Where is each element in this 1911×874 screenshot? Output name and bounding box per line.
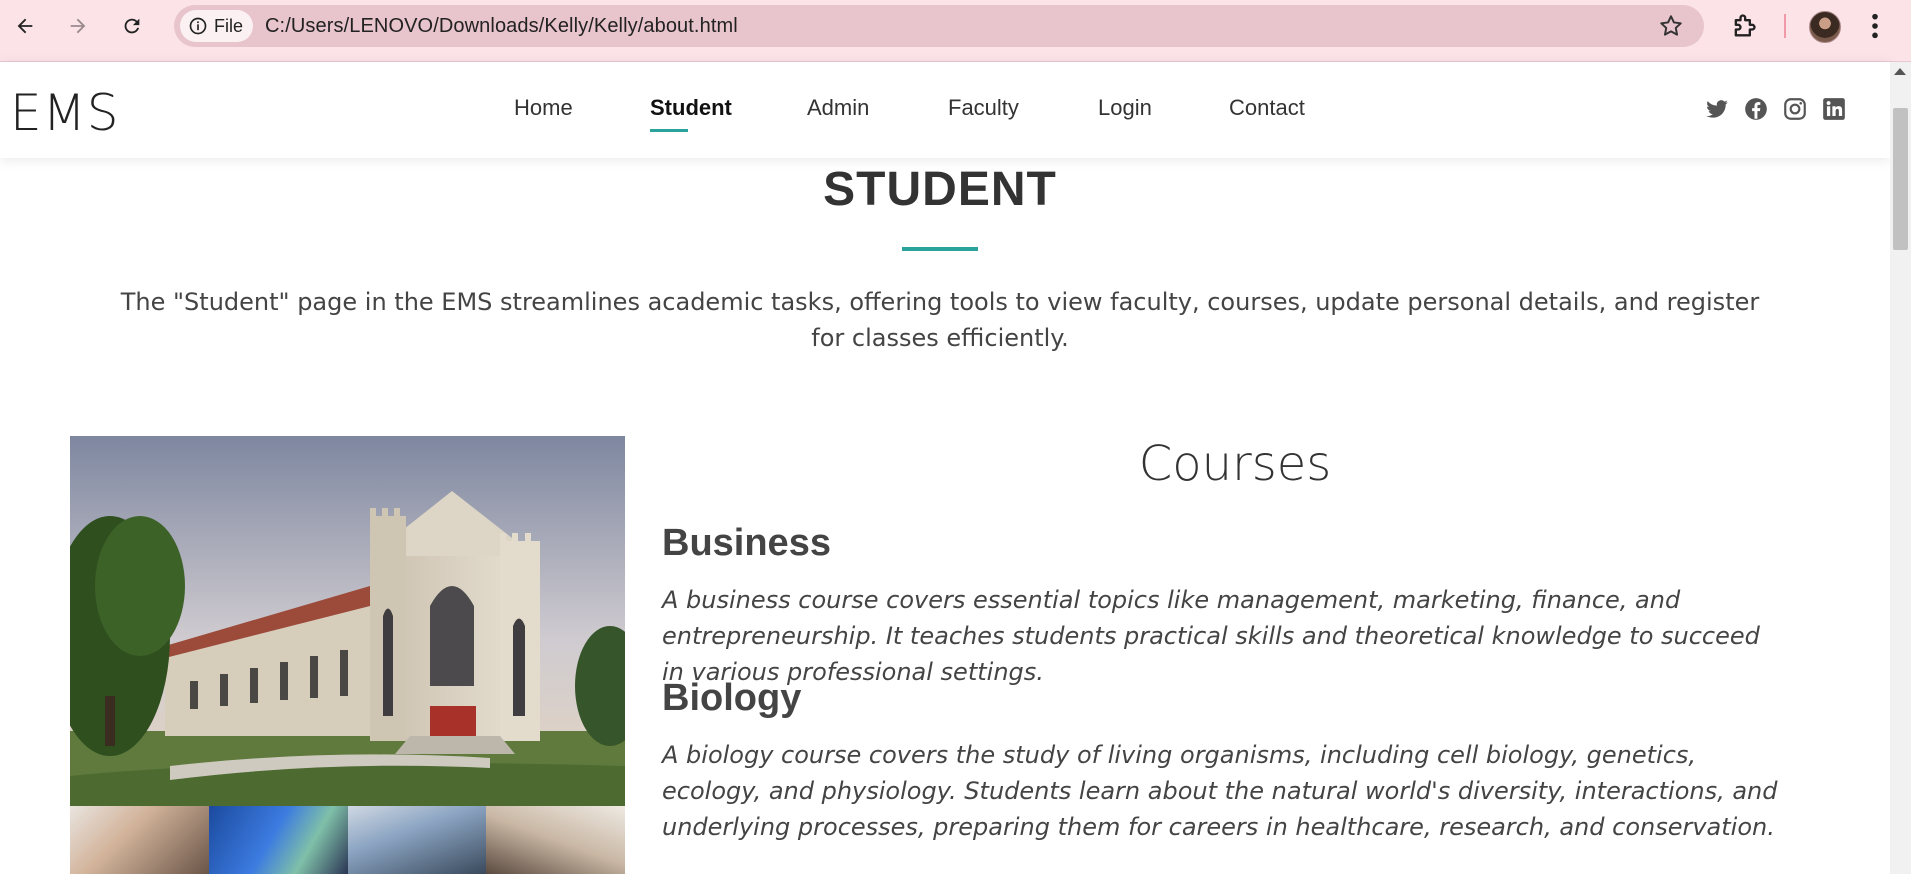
site-header: EMS Home Student Admin Faculty Login Con…	[0, 62, 1890, 158]
students-photo	[70, 806, 209, 874]
courses-heading: Courses	[1138, 436, 1332, 492]
address-bar[interactable]: File C:/Users/LENOVO/Downloads/Kelly/Kel…	[174, 5, 1704, 47]
twitter-icon[interactable]	[1704, 96, 1730, 122]
url-text[interactable]: C:/Users/LENOVO/Downloads/Kelly/Kelly/ab…	[265, 15, 738, 38]
group-photo	[486, 806, 625, 874]
scroll-up-arrow-icon[interactable]	[1894, 68, 1906, 75]
nav-faculty[interactable]: Faculty	[948, 95, 1019, 121]
course-title-biology: Biology	[662, 677, 802, 719]
linkedin-icon[interactable]	[1821, 96, 1847, 122]
course-title-business: Business	[662, 522, 831, 564]
classroom-screen-photo	[208, 806, 348, 874]
nav-admin[interactable]: Admin	[807, 95, 869, 121]
toolbar-divider	[1784, 14, 1786, 38]
campus-photo-strip	[70, 806, 625, 874]
profile-avatar[interactable]	[1809, 11, 1841, 43]
lab-photo	[347, 806, 487, 874]
star-icon[interactable]	[1658, 13, 1684, 39]
more-vert-icon[interactable]	[1868, 12, 1882, 40]
forward-arrow-icon[interactable]	[60, 8, 96, 44]
page-title: STUDENT	[823, 163, 1057, 216]
main-nav: Home Student Admin Faculty Login Contact	[0, 62, 1890, 158]
browser-toolbar: File C:/Users/LENOVO/Downloads/Kelly/Kel…	[0, 0, 1911, 62]
nav-student[interactable]: Student	[650, 95, 732, 121]
instagram-icon[interactable]	[1782, 96, 1808, 122]
site-info-chip[interactable]: File	[180, 10, 254, 42]
campus-building-photo	[70, 436, 625, 806]
reload-icon[interactable]	[114, 8, 150, 44]
nav-home[interactable]: Home	[514, 95, 573, 121]
page-intro: The "Student" page in the EMS streamline…	[120, 288, 1760, 352]
nav-login[interactable]: Login	[1098, 95, 1152, 121]
page-scrollbar[interactable]	[1890, 62, 1911, 874]
title-underline	[902, 247, 978, 251]
nav-contact[interactable]: Contact	[1229, 95, 1305, 121]
facebook-icon[interactable]	[1743, 96, 1769, 122]
active-nav-underline	[650, 129, 688, 132]
course-description-business: A business course covers essential topic…	[662, 586, 1760, 686]
course-description-biology: A biology course covers the study of liv…	[662, 741, 1778, 841]
back-arrow-icon[interactable]	[7, 8, 43, 44]
scrollbar-thumb[interactable]	[1893, 108, 1908, 250]
extensions-icon[interactable]	[1730, 12, 1758, 40]
file-chip-label: File	[214, 15, 244, 36]
info-icon	[189, 17, 207, 35]
